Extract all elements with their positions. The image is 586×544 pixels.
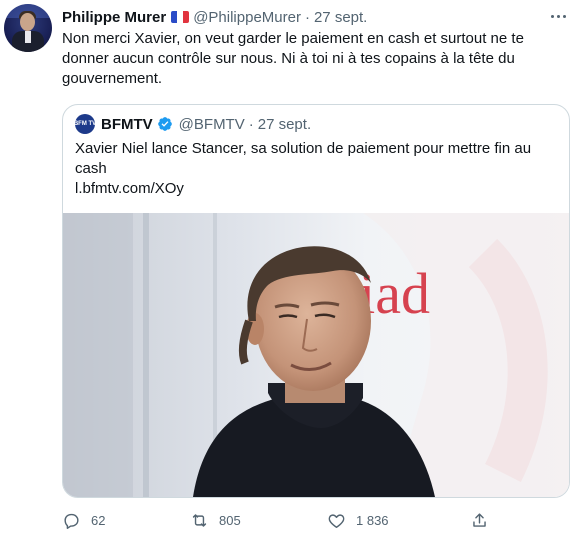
quoted-tweet-timestamp[interactable]: 27 sept.	[258, 116, 311, 133]
quoted-tweet-text: Xavier Niel lance Stancer, sa solution d…	[75, 140, 532, 177]
share-icon	[473, 512, 486, 527]
quoted-author-name[interactable]: BFMTV	[101, 116, 153, 133]
quoted-tweet-image[interactable]: liad	[63, 213, 569, 497]
like-count: 1 836	[356, 512, 389, 528]
tweet[interactable]: Philippe Murer @PhilippeMurer · 27 sept.…	[0, 0, 586, 544]
reply-button[interactable]: 62	[62, 508, 105, 532]
france-flag-icon	[171, 11, 190, 23]
author-name[interactable]: Philippe Murer	[62, 9, 166, 26]
more-options-icon[interactable]	[546, 6, 570, 26]
separator-dot: ·	[304, 8, 310, 26]
tweet-text: Non merci Xavier, on veut garder le paie…	[62, 30, 524, 87]
bfmtv-logo-icon[interactable]: BFM TV	[74, 114, 96, 134]
verified-badge-icon	[157, 117, 172, 131]
retweet-button[interactable]: 805	[190, 508, 241, 532]
tweet-header: Philippe Murer @PhilippeMurer · 27 sept.	[62, 8, 367, 26]
quoted-tweet-header: BFM TV BFMTV @BFMTV · 27 sept.	[74, 114, 311, 134]
reply-icon	[64, 513, 79, 529]
tweet-timestamp[interactable]: 27 sept.	[314, 9, 367, 26]
heart-icon	[328, 513, 345, 528]
quoted-author-handle[interactable]: @BFMTV	[179, 116, 245, 133]
retweet-count: 805	[219, 512, 241, 528]
reply-count: 62	[91, 512, 106, 528]
xavier-niel-photo: liad	[63, 213, 569, 497]
avatar[interactable]	[4, 4, 52, 52]
quoted-tweet[interactable]: BFM TV BFMTV @BFMTV · 27 sept. Xavier Ni…	[62, 104, 570, 498]
avatar-shirt	[25, 31, 31, 43]
share-button[interactable]	[470, 508, 499, 532]
avatar-face	[20, 13, 35, 31]
tweet-actions: 62 805 1 836	[62, 508, 502, 532]
quoted-tweet-link[interactable]: l.bfmtv.com/XOy	[75, 179, 184, 199]
like-button[interactable]: 1 836	[327, 508, 389, 532]
author-handle[interactable]: @PhilippeMurer	[193, 9, 301, 26]
retweet-icon	[192, 513, 207, 527]
separator-dot: ·	[248, 115, 254, 133]
